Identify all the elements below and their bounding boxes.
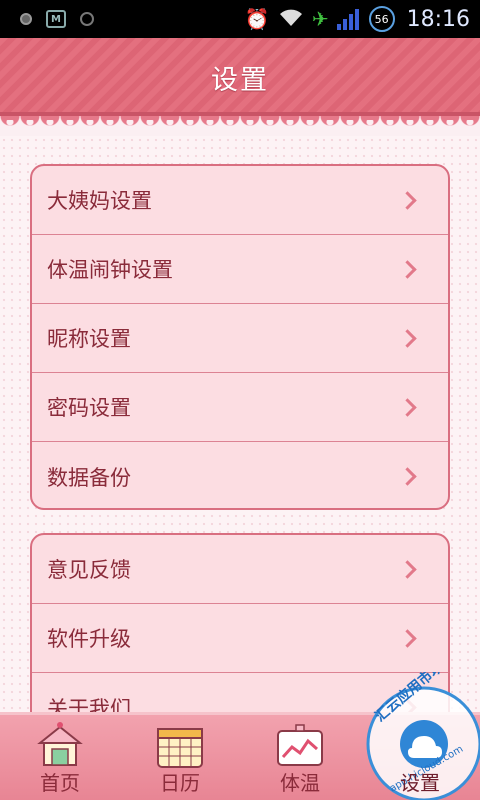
signal-icon [336, 8, 361, 30]
record-icon [20, 13, 32, 25]
setting-period[interactable]: 大姨妈设置 [32, 166, 448, 235]
tab-calendar[interactable]: 日历 [120, 715, 240, 800]
tab-label: 日历 [160, 771, 200, 795]
setting-label: 大姨妈设置 [47, 189, 152, 213]
tab-label: 首页 [40, 771, 80, 795]
chevron-right-icon [398, 259, 417, 279]
battery-icon: 56 [368, 6, 395, 32]
tab-label: 设置 [400, 771, 440, 795]
tab-label: 体温 [280, 771, 320, 795]
setting-temperature-alarm[interactable]: 体温闹钟设置 [32, 235, 448, 304]
setting-label: 体温闹钟设置 [47, 258, 173, 282]
tab-home[interactable]: 首页 [0, 715, 120, 800]
chevron-right-icon [398, 328, 417, 348]
setting-feedback[interactable]: 意见反馈 [32, 535, 448, 604]
lace-holes [0, 120, 480, 132]
setting-label: 密码设置 [47, 396, 131, 420]
setting-nickname[interactable]: 昵称设置 [32, 304, 448, 373]
app-m-icon: M [46, 10, 66, 28]
setting-password[interactable]: 密码设置 [32, 373, 448, 442]
setting-upgrade[interactable]: 软件升级 [32, 604, 448, 673]
settings-content[interactable]: 大姨妈设置 体温闹钟设置 昵称设置 密码设置 数据备份 意见反馈 软件升级 关于… [0, 136, 480, 712]
setting-label: 软件升级 [47, 627, 131, 651]
airplane-icon: ✈ [311, 7, 329, 31]
title-bar: 设置 [0, 38, 480, 116]
setting-label: 昵称设置 [47, 327, 131, 351]
alarm-icon: ⏰ [244, 7, 270, 31]
chevron-right-icon [398, 628, 417, 648]
settings-group-primary: 大姨妈设置 体温闹钟设置 昵称设置 密码设置 数据备份 [30, 164, 450, 510]
page-title: 设置 [211, 64, 269, 96]
chevron-right-icon [398, 397, 417, 417]
setting-label: 关于我们 [47, 696, 131, 713]
chevron-right-icon [398, 467, 417, 486]
chevron-right-icon [398, 559, 417, 579]
setting-label: 意见反馈 [47, 558, 131, 582]
wifi-icon [278, 8, 304, 31]
clock-time: 18:16 [406, 6, 470, 32]
setting-data-backup[interactable]: 数据备份 [32, 442, 448, 508]
chevron-right-icon [398, 190, 417, 210]
setting-label: 数据备份 [47, 465, 131, 490]
status-bar: M ⏰ ✈ 56 18:16 [0, 0, 480, 38]
smiley-icon [80, 12, 94, 26]
tab-temperature[interactable]: 体温 [240, 715, 360, 800]
